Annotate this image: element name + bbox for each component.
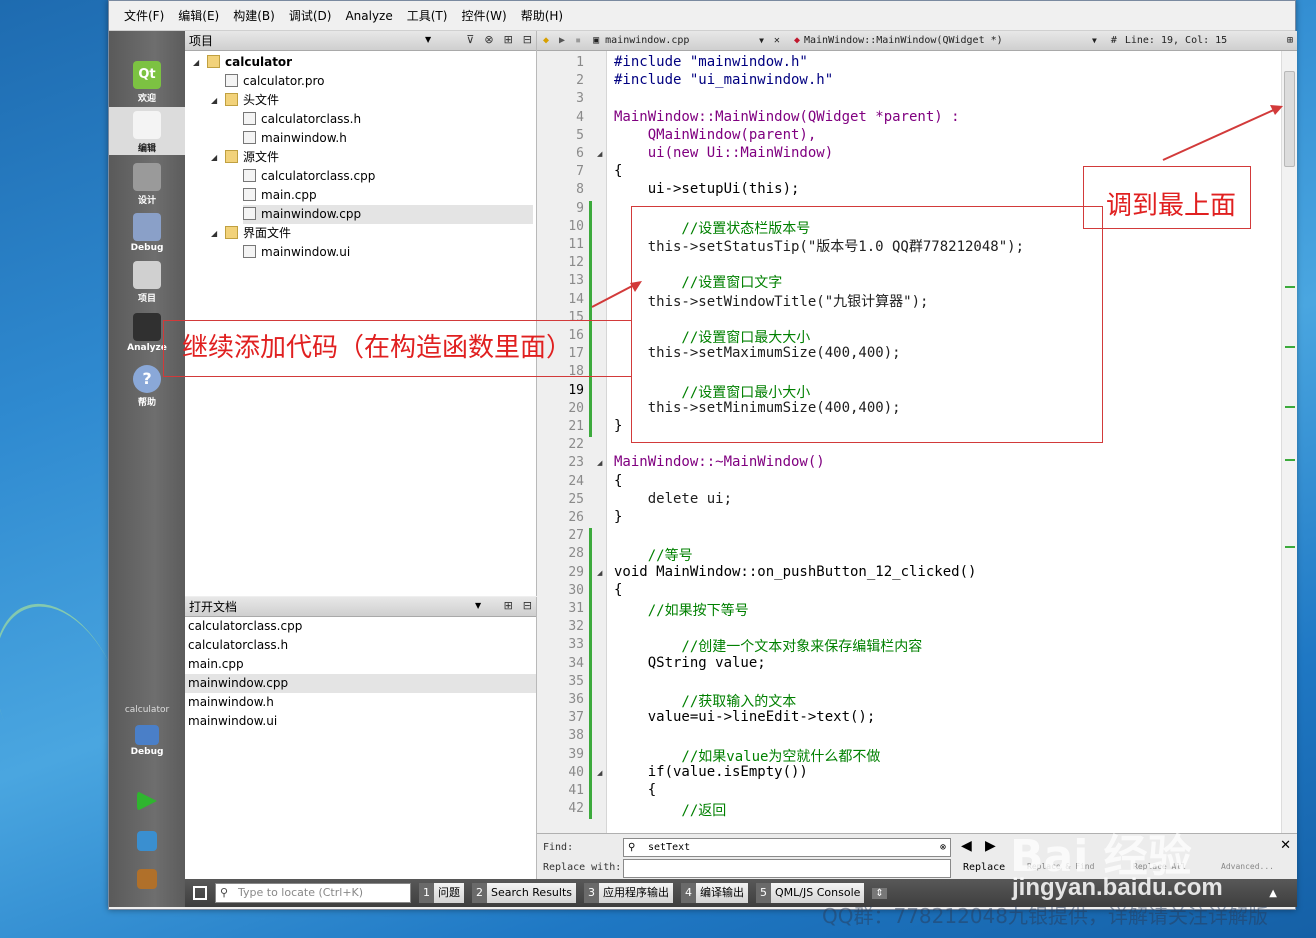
arrow-to-scrollbar — [1162, 107, 1279, 161]
annotation-arrows — [591, 105, 1283, 308]
arrow-to-code — [591, 282, 639, 308]
watermark-footer: QQ群：778212048九银提供，详解请关注详解版 — [822, 904, 1269, 928]
watermark-url: jingyan.baidu.com — [1012, 874, 1223, 901]
